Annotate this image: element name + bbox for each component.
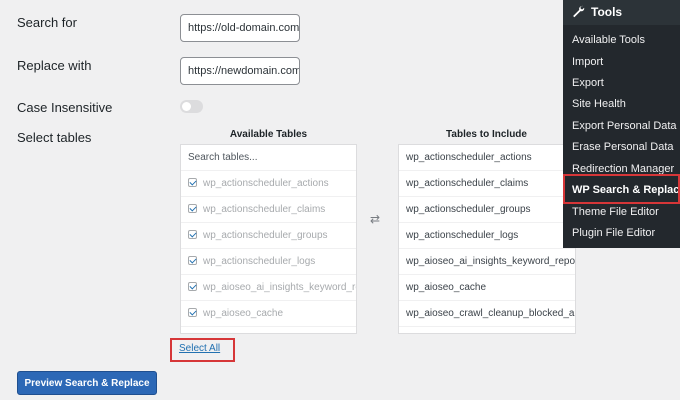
included-table-item[interactable]: wp_actionscheduler_claims (399, 171, 575, 197)
checkbox-icon[interactable] (188, 204, 197, 213)
toggle-knob (182, 102, 191, 111)
wp-search-replace-highlight (563, 174, 680, 204)
case-insensitive-toggle[interactable] (180, 100, 203, 113)
replace-with-input[interactable]: https://newdomain.com (180, 57, 300, 85)
swap-arrows-icon: ⇄ (370, 212, 381, 226)
menu-item-erase-personal-data[interactable]: Erase Personal Data (572, 141, 674, 153)
table-search-input[interactable]: Search tables... (181, 145, 356, 171)
included-table-item[interactable]: wp_actionscheduler_actions (399, 145, 575, 171)
tables-to-include-title: Tables to Include (446, 129, 527, 140)
table-item-label: wp_actionscheduler_actions (203, 178, 329, 189)
select-all-link[interactable]: Select All (179, 343, 220, 354)
included-table-item[interactable]: wp_aioseo_cache (399, 275, 575, 301)
available-tables-list: Search tables... wp_actionscheduler_acti… (180, 144, 357, 334)
menu-item-theme-file-editor[interactable]: Theme File Editor (572, 206, 659, 218)
available-table-item[interactable]: wp_actionscheduler_actions (181, 171, 356, 197)
tools-submenu: Tools Available Tools Import Export Site… (563, 0, 680, 248)
case-insensitive-label: Case Insensitive (17, 100, 113, 115)
table-item-label: wp_aioseo_ai_insights_keyword_rep (203, 282, 356, 293)
available-tables-title: Available Tables (229, 129, 308, 140)
included-table-item[interactable]: wp_aioseo_crawl_cleanup_blocked_args (399, 301, 575, 327)
checkbox-icon[interactable] (188, 256, 197, 265)
replace-with-label: Replace with (17, 58, 92, 73)
checkbox-icon[interactable] (188, 282, 197, 291)
included-table-item[interactable]: wp_actionscheduler_logs (399, 223, 575, 249)
available-table-item[interactable]: wp_actionscheduler_groups (181, 223, 356, 249)
included-table-item[interactable]: wp_actionscheduler_groups (399, 197, 575, 223)
menu-item-available-tools[interactable]: Available Tools (572, 34, 645, 46)
table-item-label: wp_actionscheduler_groups (203, 230, 328, 241)
menu-item-site-health[interactable]: Site Health (572, 98, 626, 110)
search-for-input[interactable]: https://old-domain.com (180, 14, 300, 42)
available-table-item[interactable]: wp_actionscheduler_logs (181, 249, 356, 275)
menu-item-plugin-file-editor[interactable]: Plugin File Editor (572, 227, 655, 239)
available-table-item[interactable]: wp_actionscheduler_claims (181, 197, 356, 223)
included-table-item[interactable]: wp_aioseo_ai_insights_keyword_reports (399, 249, 575, 275)
menu-item-import[interactable]: Import (572, 56, 603, 68)
checkbox-icon[interactable] (188, 230, 197, 239)
table-item-label: wp_actionscheduler_claims (203, 204, 326, 215)
tools-menu-header[interactable]: Tools (563, 0, 680, 25)
tools-menu-title: Tools (591, 5, 623, 19)
table-item-label: wp_aioseo_cache (203, 308, 284, 319)
table-item-label: wp_actionscheduler_logs (203, 256, 316, 267)
wrench-icon (573, 5, 585, 18)
checkbox-icon[interactable] (188, 308, 197, 317)
preview-search-replace-button[interactable]: Preview Search & Replace (17, 371, 157, 395)
included-tables-list: wp_actionscheduler_actions wp_actionsche… (398, 144, 576, 334)
select-tables-label: Select tables (17, 130, 92, 145)
checkbox-icon[interactable] (188, 178, 197, 187)
menu-item-export-personal-data[interactable]: Export Personal Data (572, 120, 677, 132)
search-for-label: Search for (17, 15, 77, 30)
available-table-item[interactable]: wp_aioseo_cache (181, 301, 356, 327)
menu-item-export[interactable]: Export (572, 77, 604, 89)
available-table-item[interactable]: wp_aioseo_ai_insights_keyword_rep (181, 275, 356, 301)
